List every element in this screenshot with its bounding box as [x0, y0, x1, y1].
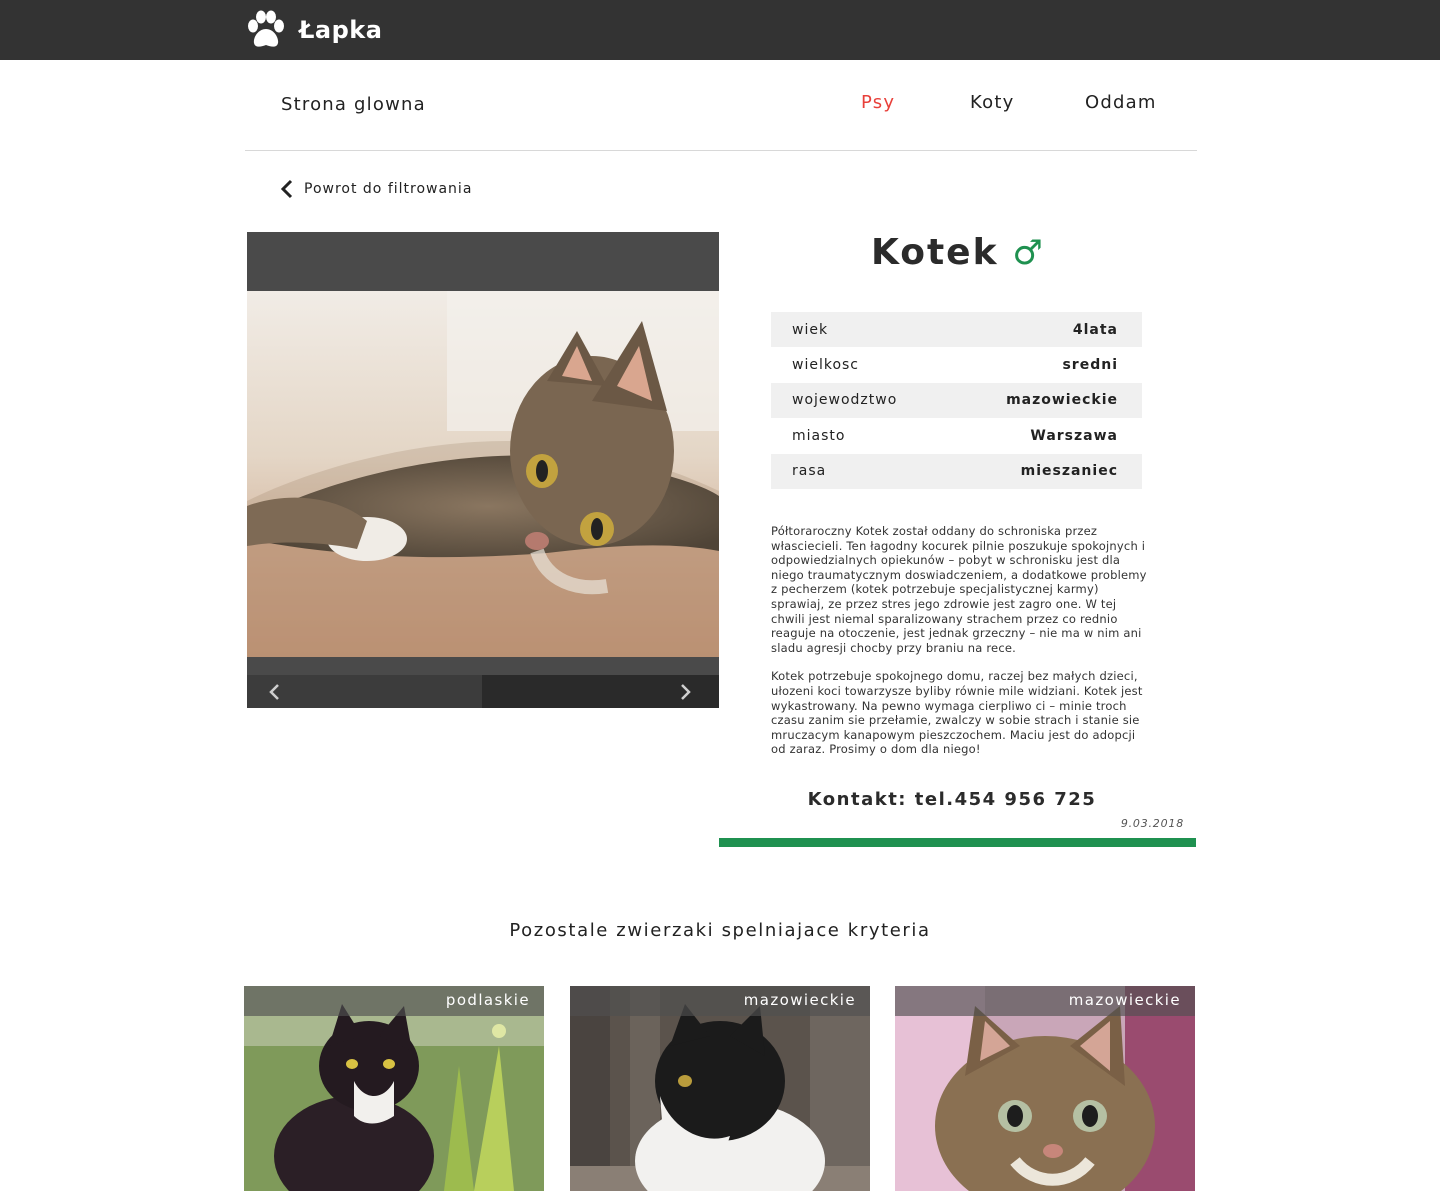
- accent-divider: [719, 838, 1196, 847]
- top-bar: Łapka: [0, 0, 1440, 60]
- pet-description: Półtoraroczny Kotek został oddany do sch…: [771, 524, 1151, 757]
- attr-row-age: wiek 4lata: [771, 312, 1142, 348]
- attr-row-province: wojewodztwo mazowieckie: [771, 382, 1142, 419]
- card-region-label: mazowieckie: [895, 986, 1195, 1016]
- attr-label: miasto: [792, 427, 846, 444]
- attr-row-breed: rasa mieszaniec: [771, 453, 1142, 489]
- similar-pet-card[interactable]: mazowieckie: [570, 986, 870, 1191]
- pet-photo: [247, 291, 719, 657]
- attr-label: wojewodztwo: [792, 392, 898, 409]
- attr-row-size: wielkosc sredni: [771, 347, 1142, 382]
- card-region-label: podlaskie: [244, 986, 544, 1016]
- chevron-left-icon: [280, 179, 293, 199]
- gallery-prev-button[interactable]: [265, 682, 285, 702]
- attr-label: wiek: [792, 321, 829, 338]
- nav-link-psy[interactable]: Psy: [861, 92, 895, 113]
- gallery-controls: [247, 675, 719, 708]
- similar-pets-heading: Pozostale zwierzaki spelniajace kryteria: [509, 920, 931, 941]
- similar-pet-card[interactable]: podlaskie: [244, 986, 544, 1191]
- back-link-label: Powrot do filtrowania: [304, 181, 473, 197]
- description-paragraph: Półtoraroczny Kotek został oddany do sch…: [771, 524, 1147, 655]
- brand-name: Łapka: [299, 16, 383, 44]
- pet-name: Kotek: [870, 232, 999, 273]
- male-icon: ♂: [1012, 232, 1046, 273]
- nav-link-koty[interactable]: Koty: [970, 92, 1014, 113]
- attr-value: sredni: [1062, 357, 1118, 374]
- nav-home-link[interactable]: Strona glowna: [281, 94, 426, 115]
- post-date: 9.03.2018: [1120, 817, 1184, 830]
- back-to-filter-link[interactable]: Powrot do filtrowania: [280, 178, 472, 200]
- gallery-next-button[interactable]: [675, 682, 695, 702]
- paw-icon: [248, 10, 284, 47]
- description-paragraph: Kotek potrzebuje spokojnego domu, raczej…: [771, 669, 1143, 757]
- pet-attributes-table: wiek 4lata wielkosc sredni wojewodztwo m…: [771, 312, 1142, 489]
- main-nav: Strona glowna Psy Koty Oddam: [245, 60, 1197, 151]
- attr-value: mazowieckie: [1006, 392, 1118, 409]
- nav-link-oddam[interactable]: Oddam: [1085, 92, 1157, 113]
- similar-pet-card[interactable]: mazowieckie: [895, 986, 1195, 1191]
- attr-value: 4lata: [1072, 321, 1118, 338]
- contact-phone: Kontakt: tel.454 956 725: [807, 789, 1097, 810]
- photo-gallery: [247, 232, 719, 708]
- attr-value: mieszaniec: [1020, 463, 1118, 480]
- card-region-label: mazowieckie: [570, 986, 870, 1016]
- attr-label: wielkosc: [792, 357, 860, 374]
- attr-value: Warszawa: [1030, 427, 1118, 444]
- attr-label: rasa: [792, 463, 827, 480]
- attr-row-city: miasto Warszawa: [771, 418, 1142, 453]
- pet-title: Kotek ♂: [720, 232, 1196, 273]
- brand-logo[interactable]: Łapka: [245, 10, 382, 50]
